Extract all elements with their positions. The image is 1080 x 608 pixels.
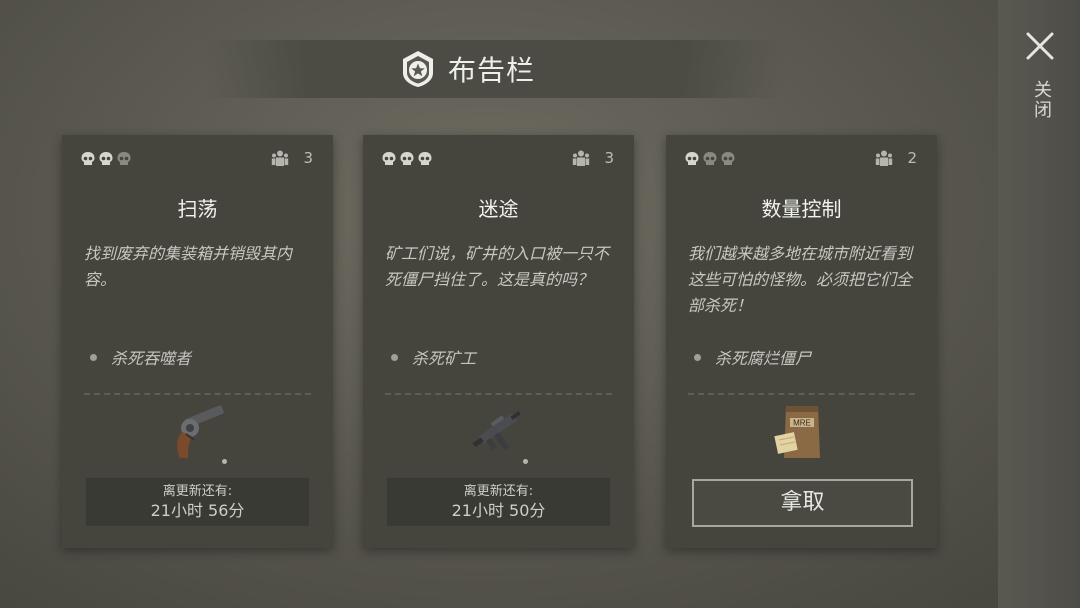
mre-ration-icon: MRE — [773, 406, 820, 458]
quest-description: 我们越来越多地在城市附近看到这些可怕的怪物。必须把它们全部杀死！ — [688, 244, 913, 315]
revolver-icon — [176, 405, 224, 458]
quest-title: 迷途 — [478, 197, 519, 221]
skull-icon — [382, 152, 396, 165]
close-icon[interactable] — [1022, 28, 1058, 64]
reward — [363, 400, 634, 468]
bullet-icon — [694, 353, 701, 361]
quest-description: 矿工们说，矿井的入口被一只不死僵尸挡住了。这是真的吗？ — [385, 244, 610, 289]
group-icon — [272, 150, 289, 166]
reward: MRE — [666, 400, 937, 468]
players-info: 3 — [271, 149, 313, 167]
bullet-icon — [391, 353, 398, 361]
objective-text: 杀死矿工 — [412, 349, 477, 368]
divider — [688, 393, 915, 395]
mre-label: MRE — [793, 419, 811, 428]
objective-text: 杀死腐烂僵尸 — [715, 349, 812, 368]
difficulty-indicator — [684, 151, 736, 167]
skull-icon — [117, 152, 131, 165]
quest-objective: 杀死腐烂僵尸 — [694, 345, 811, 369]
players-count: 3 — [604, 149, 614, 167]
skull-icon — [703, 152, 717, 165]
reward-indicator-dot — [523, 459, 528, 464]
shield-star-icon — [403, 51, 433, 87]
timer-value: 21小时 50分 — [451, 501, 546, 520]
quest-card: 3 迷途 矿工们说，矿井的入口被一只不死僵尸挡住了。这是真的吗？ 杀死矿工 离更… — [363, 135, 634, 548]
side-panel: 关闭 — [998, 0, 1080, 608]
divider — [385, 393, 612, 395]
timer-label: 离更新还有: — [463, 484, 534, 499]
title-text: 布告栏 — [448, 54, 536, 87]
quest-card: 2 数量控制 我们越来越多地在城市附近看到这些可怕的怪物。必须把它们全部杀死！ … — [666, 135, 937, 548]
claim-button[interactable]: 拿取 — [692, 479, 913, 527]
difficulty-indicator — [80, 151, 132, 167]
quest-card: 3 扫荡 找到废弃的集装箱并销毁其内容。 杀死吞噬者 离更新还有: 21小时 5… — [62, 135, 333, 548]
group-icon — [876, 150, 893, 166]
players-count: 2 — [907, 149, 917, 167]
quest-title: 数量控制 — [761, 197, 842, 221]
group-icon — [573, 150, 590, 166]
reward — [62, 400, 333, 468]
timer-value: 21小时 56分 — [150, 501, 245, 520]
players-info: 3 — [572, 149, 614, 167]
skull-icon — [400, 152, 414, 165]
quest-description: 找到废弃的集装箱并销毁其内容。 — [84, 244, 293, 289]
objective-text: 杀死吞噬者 — [111, 349, 192, 368]
quest-title: 扫荡 — [177, 197, 218, 221]
divider — [84, 393, 311, 395]
skull-icon — [99, 152, 113, 165]
skull-icon — [81, 152, 95, 165]
refresh-timer: 离更新还有: 21小时 50分 — [387, 478, 610, 526]
quest-objective: 杀死吞噬者 — [90, 345, 191, 369]
timer-label: 离更新还有: — [162, 484, 233, 499]
players-info: 2 — [875, 149, 917, 167]
difficulty-indicator — [381, 151, 433, 167]
bullet-icon — [90, 353, 97, 361]
page-title: 布告栏 — [398, 46, 535, 92]
refresh-timer: 离更新还有: 21小时 56分 — [86, 478, 309, 526]
skull-icon — [721, 152, 735, 165]
submachine-gun-icon — [472, 411, 521, 451]
skull-icon — [685, 152, 699, 165]
players-count: 3 — [303, 149, 313, 167]
skull-icon — [418, 152, 432, 165]
quest-objective: 杀死矿工 — [391, 345, 476, 369]
close-label[interactable]: 关闭 — [1028, 80, 1054, 120]
reward-indicator-dot — [222, 459, 227, 464]
